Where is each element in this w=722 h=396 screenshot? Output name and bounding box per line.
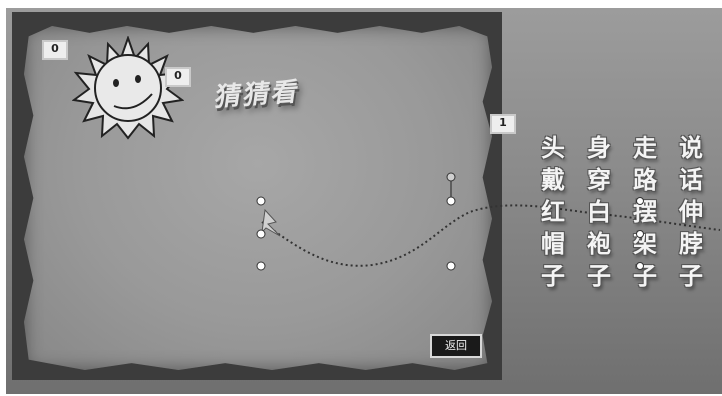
character-grid: 头 身 走 说 戴 穿 路 话 红 白 摆 伸 帽 袍 架 脖 子 子 子 子 — [530, 132, 714, 292]
char-cell[interactable]: 红 — [530, 196, 576, 228]
char-cell[interactable]: 头 — [530, 132, 576, 164]
char-cell[interactable]: 走 — [622, 132, 668, 164]
resize-handle-bottom-right[interactable] — [446, 261, 456, 271]
char-cell[interactable]: 话 — [668, 164, 714, 196]
char-cell[interactable]: 架 — [622, 228, 668, 260]
char-cell[interactable]: 脖 — [668, 228, 714, 260]
char-cell[interactable]: 说 — [668, 132, 714, 164]
rotate-handle[interactable] — [446, 172, 456, 182]
char-cell[interactable]: 子 — [622, 260, 668, 292]
char-cell[interactable]: 子 — [576, 260, 622, 292]
resize-handle-top-left[interactable] — [256, 196, 266, 206]
char-cell[interactable]: 白 — [576, 196, 622, 228]
resize-handle-middle-left[interactable] — [256, 229, 266, 239]
char-cell[interactable]: 伸 — [668, 196, 714, 228]
resize-handle-top-right[interactable] — [446, 196, 456, 206]
char-cell[interactable]: 袍 — [576, 228, 622, 260]
char-cell[interactable]: 帽 — [530, 228, 576, 260]
resize-handle-bottom-left[interactable] — [256, 261, 266, 271]
char-cell[interactable]: 子 — [530, 260, 576, 292]
char-cell[interactable]: 路 — [622, 164, 668, 196]
char-cell[interactable]: 子 — [668, 260, 714, 292]
char-cell[interactable]: 摆 — [622, 196, 668, 228]
char-cell[interactable]: 身 — [576, 132, 622, 164]
back-button[interactable]: 返回 — [430, 334, 482, 358]
char-cell[interactable]: 戴 — [530, 164, 576, 196]
char-cell[interactable]: 穿 — [576, 164, 622, 196]
